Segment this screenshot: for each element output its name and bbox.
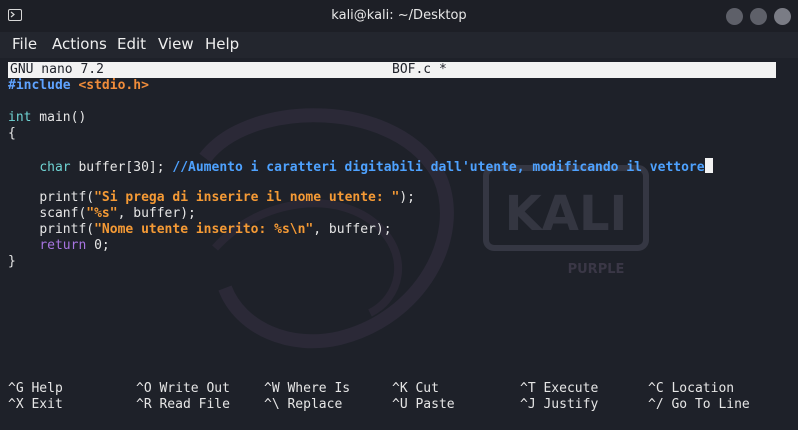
code-line: char buffer[30]; //Aumento i caratteri d… <box>8 158 713 175</box>
nano-filename: BOF.c * <box>392 62 447 77</box>
code-line: int main() <box>8 110 87 125</box>
menu-edit[interactable]: Edit <box>117 35 146 53</box>
menu-help[interactable]: Help <box>205 35 239 53</box>
nano-version: GNU nano 7.2 <box>10 62 104 77</box>
shortcut-location[interactable]: ^C Location <box>648 381 734 397</box>
code-line: scanf("%s", buffer); <box>39 206 196 221</box>
code-line: } <box>8 254 16 269</box>
shortcut-go-to-line[interactable]: ^/ Go To Line <box>648 397 750 413</box>
menu-actions[interactable]: Actions <box>52 35 107 53</box>
shortcut-exit[interactable]: ^X Exit <box>8 397 63 413</box>
maximize-button[interactable] <box>750 8 767 25</box>
shortcut-replace[interactable]: ^\ Replace <box>264 397 342 413</box>
window-title: kali@kali: ~/Desktop <box>331 8 467 23</box>
shortcut-execute[interactable]: ^T Execute <box>520 381 598 397</box>
code-line: printf("Nome utente inserito: %s\n", buf… <box>39 222 392 237</box>
menu-file[interactable]: File <box>12 35 37 53</box>
shortcut-help[interactable]: ^G Help <box>8 381 63 397</box>
code-editor[interactable]: #include <stdio.h> int main() { char buf… <box>8 78 713 270</box>
menu-view[interactable]: View <box>158 35 194 53</box>
shortcut-paste[interactable]: ^U Paste <box>392 397 455 413</box>
code-line: #include <stdio.h> <box>8 78 149 93</box>
title-bar[interactable]: kali@kali: ~/Desktop <box>0 0 798 32</box>
shortcut-where-is[interactable]: ^W Where Is <box>264 381 350 397</box>
code-line: { <box>8 126 16 141</box>
shortcut-write-out[interactable]: ^O Write Out <box>136 381 230 397</box>
nano-shortcut-bar: ^G Help ^O Write Out ^W Where Is ^K Cut … <box>8 381 788 415</box>
shortcut-justify[interactable]: ^J Justify <box>520 397 598 413</box>
nano-title-bar: GNU nano 7.2 BOF.c * <box>8 62 776 78</box>
code-line: return 0; <box>39 238 110 253</box>
text-cursor <box>704 158 713 173</box>
shortcut-cut[interactable]: ^K Cut <box>392 381 439 397</box>
close-button[interactable] <box>774 8 791 25</box>
shortcut-read-file[interactable]: ^R Read File <box>136 397 230 413</box>
minimize-button[interactable] <box>726 8 743 25</box>
code-line: printf("Si prega di inserire il nome ute… <box>39 190 416 205</box>
terminal-area[interactable]: KALI PURPLE GNU nano 7.2 BOF.c * #includ… <box>0 58 798 430</box>
terminal-window: kali@kali: ~/Desktop File Actions Edit V… <box>0 0 798 430</box>
menu-bar: File Actions Edit View Help <box>0 32 798 58</box>
